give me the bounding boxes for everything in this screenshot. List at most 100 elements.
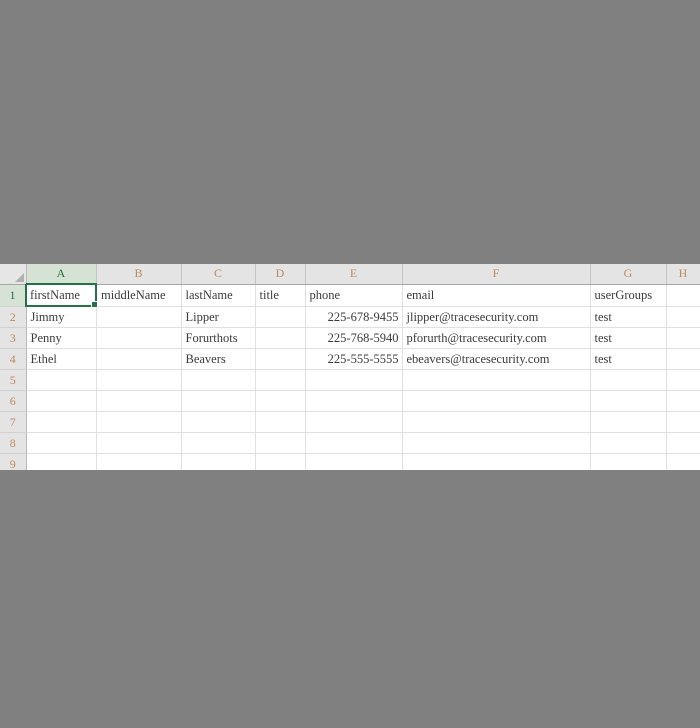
cell-F3[interactable]: pforurth@tracesecurity.com: [402, 327, 591, 349]
row-header-5[interactable]: 5: [0, 369, 27, 391]
column-header-g[interactable]: G: [590, 264, 667, 285]
row-header-7[interactable]: 7: [0, 411, 27, 433]
cell-A2[interactable]: Jimmy: [26, 306, 97, 328]
row-header-1[interactable]: 1: [0, 284, 27, 307]
cell-C1[interactable]: lastName: [181, 284, 256, 307]
cell-G8[interactable]: [590, 432, 667, 454]
cell-E3[interactable]: 225-768-5940: [305, 327, 403, 349]
cell-H3[interactable]: [666, 327, 700, 349]
cell-F9[interactable]: [402, 453, 591, 470]
cell-A3[interactable]: Penny: [26, 327, 97, 349]
cell-B6[interactable]: [96, 390, 182, 412]
cell-F6[interactable]: [402, 390, 591, 412]
column-header-e[interactable]: E: [305, 264, 403, 285]
table-row: 8: [0, 432, 700, 454]
table-row: 5: [0, 369, 700, 391]
cell-H8[interactable]: [666, 432, 700, 454]
cell-D3[interactable]: [255, 327, 306, 349]
cell-E8[interactable]: [305, 432, 403, 454]
row-header-8[interactable]: 8: [0, 432, 27, 454]
cell-A1[interactable]: firstName: [25, 283, 98, 308]
select-all-button[interactable]: [0, 264, 27, 285]
column-header-f[interactable]: F: [402, 264, 591, 285]
column-header-a[interactable]: A: [26, 264, 97, 285]
cell-D4[interactable]: [255, 348, 306, 370]
cell-H9[interactable]: [666, 453, 700, 470]
fill-handle[interactable]: [91, 301, 98, 308]
cell-B3[interactable]: [96, 327, 182, 349]
cell-F2[interactable]: jlipper@tracesecurity.com: [402, 306, 591, 328]
cell-G5[interactable]: [590, 369, 667, 391]
row-header-9[interactable]: 9: [0, 453, 27, 470]
table-row: 3 Penny Forurthots 225-768-5940 pforurth@tra…: [0, 327, 700, 349]
cell-H7[interactable]: [666, 411, 700, 433]
cell-A5[interactable]: [26, 369, 97, 391]
cell-D5[interactable]: [255, 369, 306, 391]
cell-D6[interactable]: [255, 390, 306, 412]
cell-A4[interactable]: Ethel: [26, 348, 97, 370]
cell-C3[interactable]: Forurthots: [181, 327, 256, 349]
column-header-b[interactable]: B: [96, 264, 182, 285]
cell-C6[interactable]: [181, 390, 256, 412]
row-header-3[interactable]: 3: [0, 327, 27, 349]
cell-H6[interactable]: [666, 390, 700, 412]
cell-A8[interactable]: [26, 432, 97, 454]
cell-E6[interactable]: [305, 390, 403, 412]
cell-D9[interactable]: [255, 453, 306, 470]
cell-G1[interactable]: userGroups: [590, 284, 667, 307]
cell-B5[interactable]: [96, 369, 182, 391]
cell-G6[interactable]: [590, 390, 667, 412]
cell-F7[interactable]: [402, 411, 591, 433]
cell-G4[interactable]: test: [590, 348, 667, 370]
cell-E9[interactable]: [305, 453, 403, 470]
column-header-row: ABCDEFGH: [0, 264, 700, 285]
cell-C2[interactable]: Lipper: [181, 306, 256, 328]
cell-C9[interactable]: [181, 453, 256, 470]
cell-A7[interactable]: [26, 411, 97, 433]
cell-C5[interactable]: [181, 369, 256, 391]
cell-B9[interactable]: [96, 453, 182, 470]
cell-A9[interactable]: [26, 453, 97, 470]
cell-G3[interactable]: test: [590, 327, 667, 349]
cell-B7[interactable]: [96, 411, 182, 433]
cell-A6[interactable]: [26, 390, 97, 412]
cell-H4[interactable]: [666, 348, 700, 370]
column-header-c[interactable]: C: [181, 264, 256, 285]
table-row: 2 Jimmy Lipper 225-678-9455 jlipper@tracesec…: [0, 306, 700, 328]
cell-H2[interactable]: [666, 306, 700, 328]
row-header-4[interactable]: 4: [0, 348, 27, 370]
spreadsheet-grid[interactable]: ABCDEFGH 1 firstName middleName lastName tit…: [0, 264, 700, 470]
cell-C4[interactable]: Beavers: [181, 348, 256, 370]
cell-E7[interactable]: [305, 411, 403, 433]
row-header-6[interactable]: 6: [0, 390, 27, 412]
select-all-triangle-icon: [14, 272, 24, 282]
cell-E1[interactable]: phone: [305, 284, 403, 307]
cell-C8[interactable]: [181, 432, 256, 454]
cell-B8[interactable]: [96, 432, 182, 454]
cell-B1[interactable]: middleName: [96, 284, 182, 307]
cell-G7[interactable]: [590, 411, 667, 433]
cell-E5[interactable]: [305, 369, 403, 391]
cell-D1[interactable]: title: [255, 284, 306, 307]
cell-H5[interactable]: [666, 369, 700, 391]
cell-G2[interactable]: test: [590, 306, 667, 328]
cell-D2[interactable]: [255, 306, 306, 328]
cell-F4[interactable]: ebeavers@tracesecurity.com: [402, 348, 591, 370]
cell-G9[interactable]: [590, 453, 667, 470]
column-header-d[interactable]: D: [255, 264, 306, 285]
cell-F5[interactable]: [402, 369, 591, 391]
column-header-h[interactable]: H: [666, 264, 700, 285]
cell-F1[interactable]: email: [402, 284, 591, 307]
sheet-body: 1 firstName middleName lastName title phone em…: [0, 283, 700, 470]
cell-B4[interactable]: [96, 348, 182, 370]
cell-D8[interactable]: [255, 432, 306, 454]
cell-B2[interactable]: [96, 306, 182, 328]
cell-E4[interactable]: 225-555-5555: [305, 348, 403, 370]
cell-F8[interactable]: [402, 432, 591, 454]
cell-D7[interactable]: [255, 411, 306, 433]
table-row: 4 Ethel Beavers 225-555-5555 ebeavers@traces…: [0, 348, 700, 370]
cell-H1[interactable]: [666, 284, 700, 307]
cell-C7[interactable]: [181, 411, 256, 433]
cell-E2[interactable]: 225-678-9455: [305, 306, 403, 328]
row-header-2[interactable]: 2: [0, 306, 27, 328]
